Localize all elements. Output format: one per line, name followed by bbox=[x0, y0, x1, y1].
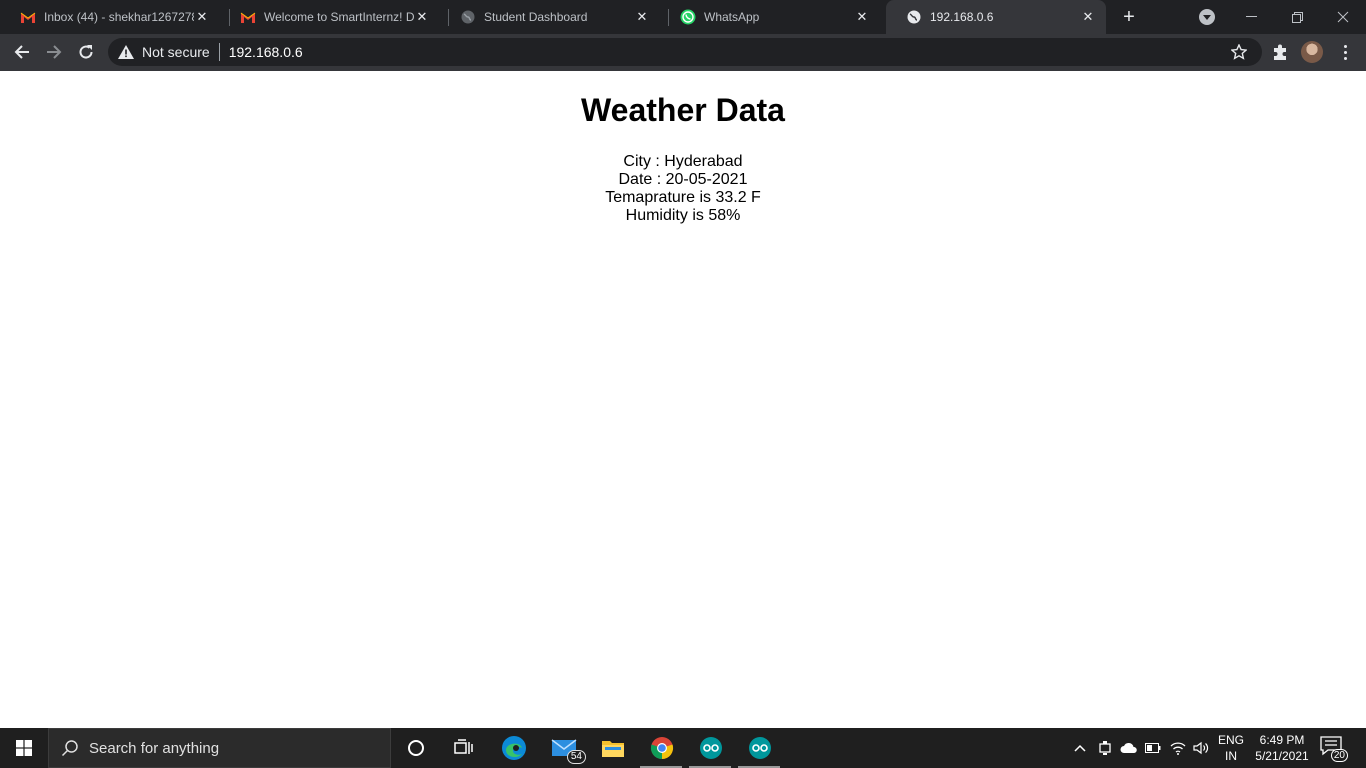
minimize-button[interactable] bbox=[1228, 0, 1274, 34]
page-content: Weather Data City : Hyderabad Date : 20-… bbox=[0, 71, 1366, 728]
start-button[interactable] bbox=[0, 728, 48, 768]
input-language[interactable]: ENG IN bbox=[1214, 732, 1248, 764]
taskbar-search[interactable]: Search for anything bbox=[48, 728, 391, 768]
windows-logo-icon bbox=[16, 740, 32, 756]
chrome-button[interactable] bbox=[648, 734, 676, 762]
humidity-line: Humidity is 58% bbox=[625, 207, 741, 224]
arduino-button[interactable] bbox=[697, 734, 725, 762]
gmail-icon bbox=[20, 9, 36, 25]
weather-info: City : Hyderabad Date : 20-05-2021 Temap… bbox=[0, 153, 1366, 225]
security-label[interactable]: Not secure bbox=[142, 44, 210, 60]
action-center-button[interactable]: 20 bbox=[1320, 736, 1348, 762]
city-line: City : Hyderabad bbox=[623, 153, 743, 170]
close-icon[interactable]: ✕ bbox=[854, 9, 870, 25]
temperature-line: Temaprature is 33.2 F bbox=[605, 189, 761, 206]
tab-title: WhatsApp bbox=[704, 10, 760, 24]
chrome-icon bbox=[650, 737, 674, 760]
arduino-button-2[interactable] bbox=[746, 734, 774, 762]
gmail-icon bbox=[240, 9, 256, 25]
show-hidden-icons[interactable] bbox=[1070, 728, 1090, 768]
globe-icon bbox=[460, 9, 476, 25]
page-title: Weather Data bbox=[581, 92, 785, 128]
task-view-icon bbox=[454, 739, 473, 754]
tab-gmail-inbox[interactable]: Inbox (44) - shekhar12672780 ✕ bbox=[0, 0, 220, 34]
mail-button[interactable]: 54 bbox=[550, 734, 586, 764]
cloud-icon bbox=[1120, 742, 1137, 753]
cortana-icon bbox=[408, 740, 424, 756]
close-icon[interactable]: ✕ bbox=[194, 9, 210, 25]
arduino-icon bbox=[749, 737, 771, 759]
notification-count: 20 bbox=[1330, 749, 1348, 762]
tab-smartinternz[interactable]: Welcome to SmartInternz! De ✕ bbox=[220, 0, 440, 34]
close-window-button[interactable] bbox=[1320, 0, 1366, 34]
tab-title: 192.168.0.6 bbox=[930, 10, 994, 24]
arrow-left-icon bbox=[14, 45, 29, 59]
tab-title: Student Dashboard bbox=[484, 10, 588, 24]
clock-time: 6:49 PM bbox=[1259, 733, 1305, 747]
tab-student-dashboard[interactable]: Student Dashboard ✕ bbox=[440, 0, 660, 34]
edge-button[interactable] bbox=[500, 734, 528, 762]
forward-button[interactable] bbox=[42, 40, 66, 64]
onedrive-tray[interactable] bbox=[1118, 728, 1140, 768]
wifi-icon bbox=[1170, 742, 1186, 755]
wifi-tray[interactable] bbox=[1167, 728, 1189, 768]
tab-title: Welcome to SmartInternz! De bbox=[264, 10, 414, 24]
close-icon[interactable]: ✕ bbox=[1080, 9, 1096, 25]
battery-tray[interactable] bbox=[1143, 728, 1163, 768]
edge-icon bbox=[502, 736, 526, 760]
clock[interactable]: 6:49 PM 5/21/2021 bbox=[1250, 732, 1314, 764]
back-button[interactable] bbox=[10, 40, 34, 64]
region-code: IN bbox=[1225, 749, 1237, 763]
mail-badge: 54 bbox=[566, 750, 586, 764]
meet-now-icon bbox=[1099, 741, 1111, 755]
tab-title: Inbox (44) - shekhar12672780 bbox=[44, 10, 194, 24]
language-code: ENG bbox=[1217, 733, 1244, 747]
meet-now-tray[interactable] bbox=[1095, 728, 1115, 768]
globe-icon bbox=[906, 9, 922, 25]
volume-tray[interactable] bbox=[1190, 728, 1212, 768]
omnibox-divider bbox=[218, 43, 220, 61]
file-explorer-button[interactable] bbox=[599, 734, 627, 762]
taskbar: Search for anything 54 ENG IN 6:49 PM 5/… bbox=[0, 728, 1366, 768]
tab-whatsapp[interactable]: WhatsApp ✕ bbox=[660, 0, 880, 34]
reload-button[interactable] bbox=[74, 40, 98, 64]
bookmark-star-icon[interactable] bbox=[1231, 44, 1247, 60]
chevron-up-icon bbox=[1074, 744, 1086, 752]
new-tab-button[interactable]: + bbox=[1119, 7, 1139, 27]
url-text[interactable]: 192.168.0.6 bbox=[229, 44, 303, 60]
battery-icon bbox=[1145, 743, 1161, 753]
date-line: Date : 20-05-2021 bbox=[618, 171, 748, 188]
search-placeholder: Search for anything bbox=[89, 739, 220, 757]
cortana-button[interactable] bbox=[402, 734, 430, 762]
task-view-button[interactable] bbox=[450, 734, 478, 762]
search-icon bbox=[61, 740, 78, 757]
whatsapp-icon bbox=[680, 9, 696, 25]
folder-icon bbox=[602, 741, 624, 757]
arduino-icon bbox=[700, 737, 722, 759]
clock-date: 5/21/2021 bbox=[1255, 749, 1309, 763]
profile-avatar[interactable] bbox=[1301, 41, 1323, 63]
close-icon[interactable]: ✕ bbox=[634, 9, 650, 25]
tab-strip: Inbox (44) - shekhar12672780 ✕ Welcome t… bbox=[0, 0, 1366, 34]
menu-kebab-icon[interactable] bbox=[1338, 43, 1352, 61]
close-icon[interactable]: ✕ bbox=[414, 9, 430, 25]
address-bar[interactable]: Not secure 192.168.0.6 bbox=[108, 38, 1262, 66]
tab-search-icon[interactable] bbox=[1199, 9, 1215, 25]
reload-icon bbox=[79, 45, 93, 59]
warning-icon[interactable] bbox=[118, 44, 134, 60]
speaker-icon bbox=[1193, 741, 1209, 755]
arrow-right-icon bbox=[47, 45, 62, 59]
restore-button[interactable] bbox=[1274, 0, 1320, 34]
extensions-icon[interactable] bbox=[1271, 43, 1289, 61]
tab-active-page[interactable]: 192.168.0.6 ✕ bbox=[886, 0, 1106, 34]
